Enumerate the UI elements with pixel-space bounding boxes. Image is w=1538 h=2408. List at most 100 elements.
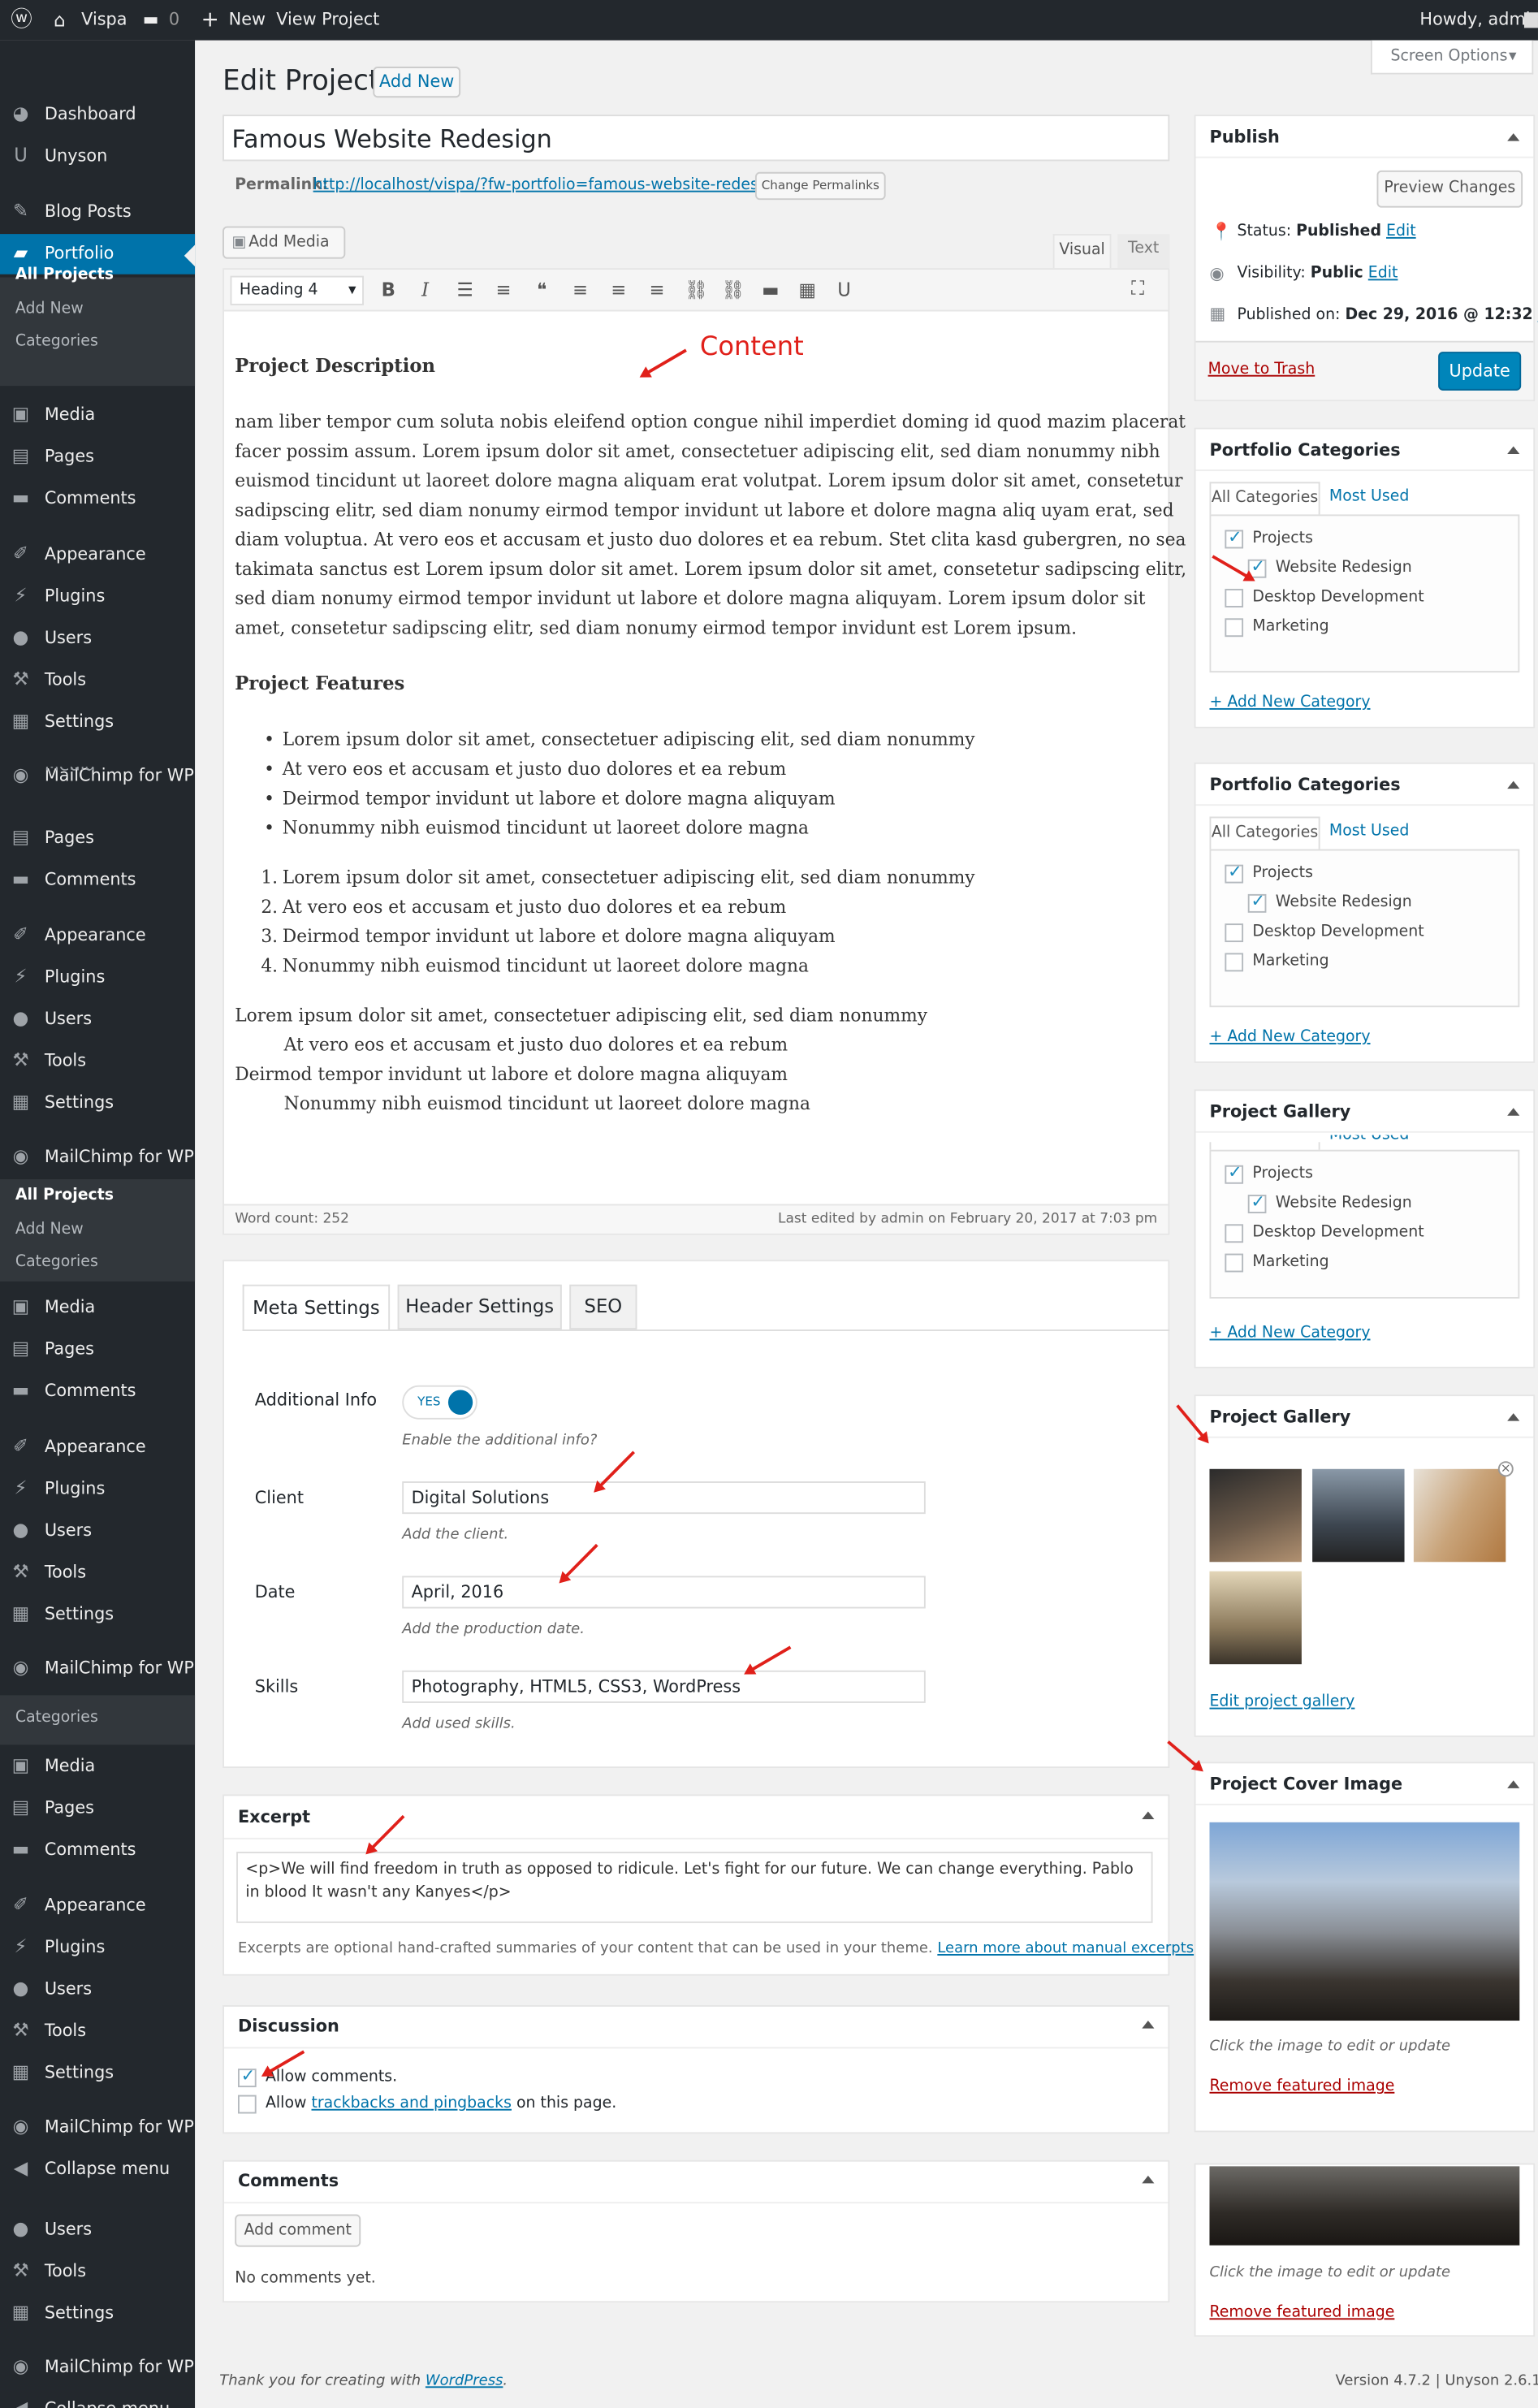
category-checkbox[interactable] — [1225, 589, 1244, 607]
sidebar-item-tools[interactable]: ⚒ Tools — [0, 1041, 195, 1082]
align-right-icon[interactable]: ≡ — [646, 279, 667, 300]
new-link[interactable]: New — [229, 0, 266, 41]
skills-input[interactable]: Photography, HTML5, CSS3, WordPress — [402, 1670, 926, 1703]
edit-status-link[interactable]: Edit — [1386, 223, 1416, 240]
tab-all-categories[interactable]: All Categories — [1209, 816, 1320, 850]
sidebar-item-mailchimp-for-wp[interactable]: ◉ MailChimp for WP — [0, 1649, 195, 1689]
sidebar-item-appearance[interactable]: ✐ Appearance — [0, 534, 195, 575]
collapse-triangle-icon[interactable] — [1142, 1811, 1155, 1819]
sidebar-item-media[interactable]: ▣ Media — [0, 396, 195, 436]
tab-header-settings[interactable]: Header Settings — [397, 1284, 562, 1330]
sidebar-item-comments[interactable]: ▬ Comments — [0, 1830, 195, 1870]
tab-text[interactable]: Text — [1117, 234, 1170, 269]
wordpress-logo-icon[interactable]: ⓦ — [11, 0, 32, 41]
sidebar-item-plugins[interactable]: ⚡ Plugins — [0, 1469, 195, 1510]
tab-most-used[interactable]: Most Used — [1329, 823, 1409, 840]
sidebar-item-settings[interactable]: ▦ Settings — [0, 2053, 195, 2094]
sidebar-item-media[interactable]: ▣ Media — [0, 1746, 195, 1787]
collapse-triangle-icon[interactable] — [1507, 780, 1520, 789]
add-new-category-link[interactable]: + Add New Category — [1209, 1029, 1370, 1046]
remove-featured-image-link[interactable]: Remove featured image — [1209, 2304, 1394, 2321]
view-project-link[interactable]: View Project — [276, 0, 379, 41]
sidebar-item-settings[interactable]: ▦ Settings — [0, 1083, 195, 1124]
tab-all-categories[interactable]: All Categories — [1209, 482, 1320, 515]
collapse-triangle-icon[interactable] — [1142, 2175, 1155, 2184]
collapse-triangle-icon[interactable] — [1142, 2021, 1155, 2029]
date-input[interactable]: April, 2016 — [402, 1576, 926, 1609]
sidebar-item-appearance[interactable]: ✐ Appearance — [0, 1886, 195, 1926]
edit-gallery-link[interactable]: Edit project gallery — [1209, 1693, 1354, 1710]
sidebar-item-pages[interactable]: ▤ Pages — [0, 818, 195, 858]
category-checkbox[interactable] — [1225, 1224, 1244, 1243]
sidebar-item-users[interactable]: ● Users — [0, 1000, 195, 1040]
sidebar-sub-all-projects[interactable]: All Projects — [0, 1179, 195, 1212]
additional-info-toggle[interactable]: YES — [402, 1385, 477, 1420]
collapse-triangle-icon[interactable] — [1507, 446, 1520, 455]
screen-options-button[interactable]: Screen Options ▾ — [1370, 40, 1534, 75]
tab-meta-settings[interactable]: Meta Settings — [242, 1284, 391, 1331]
allow-comments-checkbox[interactable] — [237, 2065, 257, 2088]
move-to-trash-link[interactable]: Move to Trash — [1208, 361, 1316, 378]
tab-seo[interactable]: SEO — [569, 1284, 637, 1330]
sidebar-item-pages[interactable]: ▤ Pages — [0, 437, 195, 478]
sidebar-item-users[interactable]: ● Users — [0, 1969, 195, 2010]
unlink-icon[interactable]: ⛓ — [721, 279, 745, 300]
sidebar-sub-add-new[interactable]: Add New — [0, 292, 195, 325]
sidebar-item-settings[interactable]: ▦ Settings — [0, 1594, 195, 1635]
tab-most-used[interactable]: Most Used — [1329, 488, 1409, 505]
sidebar-item-comments[interactable]: ▬ Comments — [0, 1372, 195, 1412]
collapse-triangle-icon[interactable] — [1507, 1780, 1520, 1788]
excerpt-help-link[interactable]: Learn more about manual excerpts — [937, 1940, 1194, 1957]
sidebar-sub-all-projects[interactable]: All Projects — [0, 259, 195, 292]
sidebar-item-collapse-menu[interactable]: ◀ Collapse menu — [0, 2149, 195, 2190]
add-media-button[interactable]: ▣ Add Media — [222, 226, 346, 259]
remove-featured-image-link[interactable]: Remove featured image — [1209, 2078, 1394, 2095]
sidebar-item-mailchimp-for-wp[interactable]: ◉ MailChimp for WP — [0, 2348, 195, 2389]
sidebar-sub-categories[interactable]: Categories — [0, 1246, 195, 1278]
category-checkbox[interactable] — [1225, 923, 1244, 943]
sidebar-item-users[interactable]: ● Users — [0, 618, 195, 659]
sidebar-sub-add-new[interactable]: Add New — [0, 1213, 195, 1245]
sidebar-item-tools[interactable]: ⚒ Tools — [0, 660, 195, 701]
add-comment-button[interactable]: Add comment — [235, 2214, 361, 2247]
collapse-triangle-icon[interactable] — [1507, 1108, 1520, 1116]
gallery-thumb[interactable] — [1209, 1571, 1302, 1665]
sidebar-item-users[interactable]: ● Users — [0, 2210, 195, 2250]
blockquote-icon[interactable]: ❝ — [531, 279, 552, 300]
format-select[interactable]: Heading 4 ▾ — [230, 275, 364, 305]
bold-icon[interactable]: B — [378, 279, 399, 300]
sidebar-item-tools[interactable]: ⚒ Tools — [0, 1553, 195, 1593]
fullscreen-icon[interactable]: ⛶ — [1131, 278, 1144, 301]
sidebar-item-plugins[interactable]: ⚡ Plugins — [0, 577, 195, 617]
permalink-url[interactable]: http://localhost/vispa/?fw-portfolio=fam… — [313, 177, 782, 194]
excerpt-textarea[interactable]: <p>We will find freedom in truth as oppo… — [236, 1852, 1153, 1923]
category-checkbox[interactable] — [1225, 1253, 1244, 1273]
howdy-link[interactable]: Howdy, admin — [1419, 0, 1538, 41]
gallery-thumb[interactable] — [1413, 1468, 1506, 1563]
read-more-icon[interactable]: ▬ — [760, 279, 781, 300]
preview-changes-button[interactable]: Preview Changes — [1376, 170, 1523, 208]
sidebar-item-tools[interactable]: ⚒ Tools — [0, 2251, 195, 2292]
sidebar-item-comments[interactable]: ▬ Comments — [0, 479, 195, 520]
client-input[interactable]: Digital Solutions — [402, 1481, 926, 1515]
sidebar-item-comments[interactable]: ▬ Comments — [0, 860, 195, 901]
category-checkbox[interactable] — [1247, 891, 1267, 913]
gallery-thumb[interactable] — [1312, 1468, 1405, 1563]
category-checkbox[interactable] — [1225, 862, 1244, 884]
gallery-thumb[interactable] — [1209, 1468, 1302, 1563]
link-icon[interactable]: ⛓ — [685, 279, 708, 300]
remove-thumb-icon[interactable]: × — [1497, 1461, 1514, 1477]
sidebar-item-media[interactable]: ▣ Media — [0, 1288, 195, 1329]
wordpress-link[interactable]: WordPress — [426, 2372, 503, 2389]
comments-icon[interactable]: ▬ — [143, 0, 159, 41]
sidebar-item-blog-posts[interactable]: ✎ Blog Posts — [0, 192, 195, 233]
align-center-icon[interactable]: ≡ — [608, 279, 629, 300]
sidebar-item-mailchimp-for-wp[interactable]: ◉ MailChimp for WP — [0, 756, 195, 797]
align-left-icon[interactable]: ≡ — [569, 279, 590, 300]
add-new-category-link[interactable]: + Add New Category — [1209, 1325, 1370, 1342]
tab-visual[interactable]: Visual — [1052, 234, 1112, 269]
edit-visibility-link[interactable]: Edit — [1368, 265, 1398, 282]
collapse-triangle-icon[interactable] — [1507, 133, 1520, 141]
category-checkbox[interactable] — [1225, 618, 1244, 638]
sidebar-item-mailchimp-for-wp[interactable]: ◉ MailChimp for WP — [0, 1137, 195, 1178]
